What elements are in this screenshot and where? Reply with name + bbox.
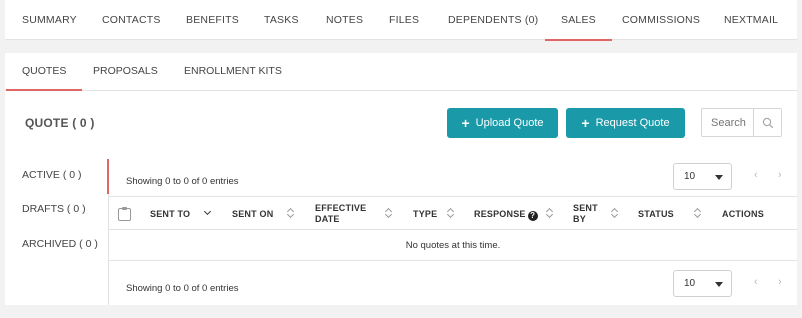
tab-notes[interactable]: NOTES	[326, 0, 363, 40]
sort-icon	[288, 208, 294, 218]
table-top-border	[109, 196, 797, 197]
sort-icon	[448, 208, 454, 218]
help-icon[interactable]: ?	[527, 211, 538, 221]
col-sent-by[interactable]: SENT BY	[573, 203, 603, 225]
plus-icon: +	[461, 115, 470, 131]
sub-nav: QUOTES PROPOSALS ENROLLMENT KITS	[5, 53, 797, 91]
search-input[interactable]	[701, 108, 753, 137]
sort-desc-icon	[203, 207, 212, 216]
tab-files[interactable]: FILES	[389, 0, 419, 40]
tab-sales[interactable]: SALES	[545, 0, 612, 41]
subtab-enrollment-kits[interactable]: ENROLLMENT KITS	[184, 53, 282, 90]
status-archived[interactable]: ARCHIVED ( 0 )	[22, 238, 98, 250]
next-page-button[interactable]: ›	[778, 169, 782, 181]
caret-down-icon	[715, 282, 723, 287]
tab-benefits[interactable]: BENEFITS	[186, 0, 239, 40]
prev-page-button[interactable]: ‹	[754, 169, 758, 181]
tab-contacts[interactable]: CONTACTS	[102, 0, 161, 40]
subtab-proposals[interactable]: PROPOSALS	[93, 53, 158, 90]
quotes-panel: QUOTES PROPOSALS ENROLLMENT KITS QUOTE (…	[5, 53, 797, 305]
caret-down-icon	[715, 175, 723, 180]
active-status-indicator	[107, 159, 109, 194]
col-response-label: RESPONSE	[474, 209, 526, 219]
table-bottom-border	[109, 260, 797, 261]
top-nav: SUMMARY CONTACTS BENEFITS TASKS NOTES FI…	[5, 0, 797, 41]
page-size-select-top[interactable]: 10	[673, 163, 732, 190]
col-type[interactable]: TYPE	[413, 209, 437, 220]
status-active[interactable]: ACTIVE ( 0 )	[22, 169, 82, 181]
col-status[interactable]: STATUS	[638, 209, 674, 220]
col-sent-on[interactable]: SENT ON	[232, 209, 273, 220]
request-quote-label: Request Quote	[595, 117, 670, 129]
quote-count-title: QUOTE ( 0 )	[25, 116, 95, 130]
page-size-select-bottom[interactable]: 10	[673, 270, 732, 297]
entries-info-top: Showing 0 to 0 of 0 entries	[126, 176, 239, 187]
subtab-quotes[interactable]: QUOTES	[5, 53, 83, 91]
sort-icon	[612, 208, 618, 218]
upload-quote-button[interactable]: + Upload Quote	[447, 108, 558, 138]
sort-icon	[547, 208, 553, 218]
page-size-value: 10	[684, 278, 696, 289]
next-page-button[interactable]: ›	[778, 276, 782, 288]
search-icon	[762, 117, 773, 128]
prev-page-button[interactable]: ‹	[754, 276, 758, 288]
col-response[interactable]: RESPONSE?	[474, 209, 538, 221]
status-drafts[interactable]: DRAFTS ( 0 )	[22, 203, 86, 215]
empty-table-message: No quotes at this time.	[405, 240, 501, 251]
upload-quote-label: Upload Quote	[475, 117, 544, 129]
select-all-checkbox[interactable]	[118, 207, 131, 221]
sort-icon	[695, 208, 701, 218]
plus-icon: +	[581, 115, 590, 131]
sort-icon	[386, 208, 392, 218]
tab-tasks[interactable]: TASKS	[264, 0, 299, 40]
col-effective-date[interactable]: EFFECTIVE DATE	[315, 203, 375, 225]
page-size-value: 10	[684, 171, 696, 182]
col-sent-to[interactable]: SENT TO	[150, 209, 190, 220]
tab-commissions[interactable]: COMMISSIONS	[622, 0, 700, 40]
tab-dependents[interactable]: DEPENDENTS (0)	[448, 0, 538, 40]
table-header-border	[109, 229, 797, 230]
entries-info-bottom: Showing 0 to 0 of 0 entries	[126, 283, 239, 294]
col-actions: ACTIONS	[722, 209, 764, 219]
search-button[interactable]	[753, 108, 782, 137]
request-quote-button[interactable]: + Request Quote	[566, 108, 685, 138]
tab-summary[interactable]: SUMMARY	[22, 0, 77, 40]
tab-nextmail[interactable]: NEXTMAIL	[724, 0, 778, 40]
